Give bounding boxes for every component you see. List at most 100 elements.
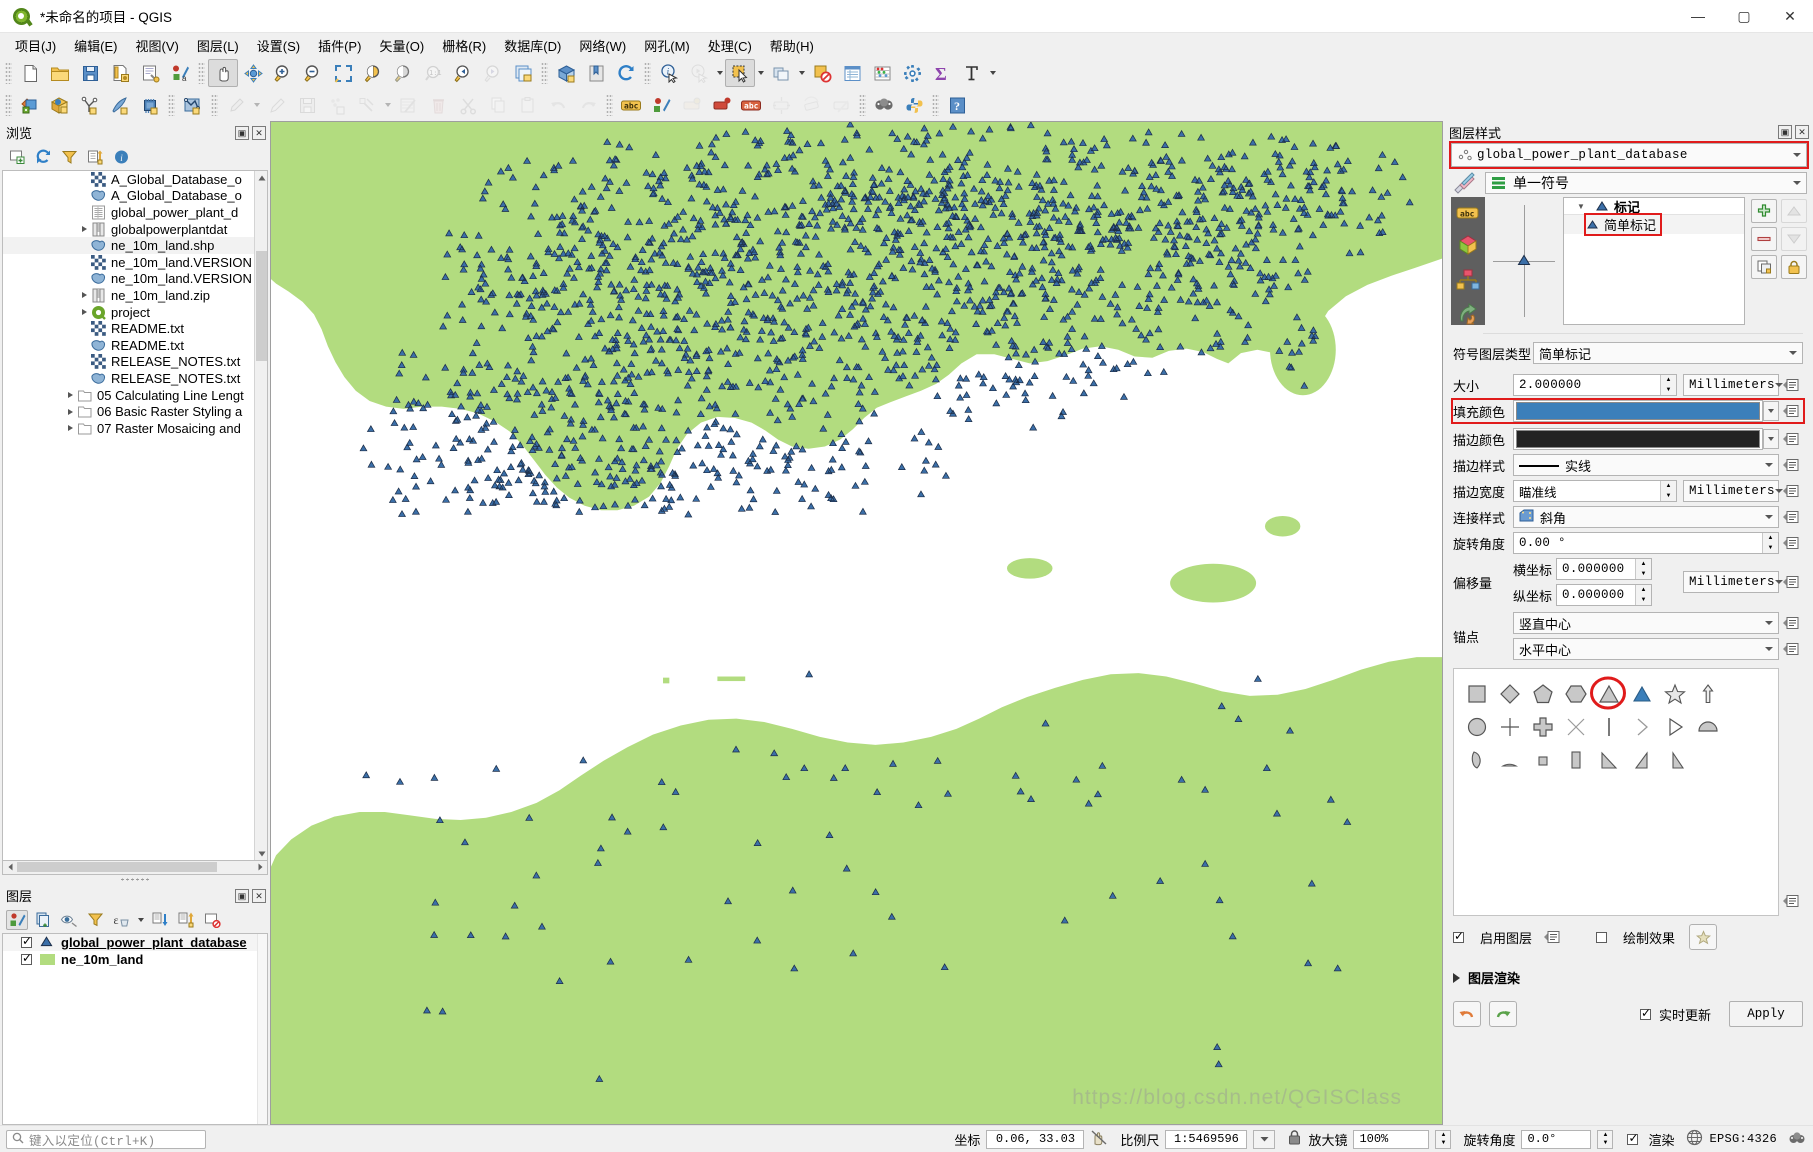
minimize-button[interactable]: — — [1675, 0, 1721, 33]
browser-item-15[interactable]: 07 Raster Mosaicing and — [3, 420, 267, 437]
redo-icon[interactable] — [1489, 1001, 1517, 1027]
browser-float-button[interactable]: ▣ — [235, 126, 249, 140]
manage-layer-visibility-icon[interactable] — [58, 910, 80, 930]
chevron-down-icon[interactable] — [1775, 580, 1783, 584]
lock-symbol-layer-button[interactable] — [1781, 255, 1807, 279]
duplicate-symbol-layer-button[interactable] — [1751, 255, 1777, 279]
move-label-icon[interactable] — [766, 91, 796, 119]
effects-star-icon[interactable] — [1689, 924, 1717, 950]
open-layer-styling-panel-icon[interactable] — [6, 910, 28, 930]
identify-features-icon[interactable]: i — [654, 59, 684, 87]
zoom-last-icon[interactable] — [448, 59, 478, 87]
browser-item-13[interactable]: 05 Calculating Line Lengt — [3, 387, 267, 404]
deselect-dropdown[interactable] — [796, 59, 807, 87]
browser-item-0[interactable]: A_Global_Database_o — [3, 171, 267, 188]
shape-equilateral-triangle[interactable] — [1625, 677, 1658, 710]
symbol-layer-tree[interactable]: ▼ 标记 简单标记 — [1563, 197, 1745, 325]
crs-value[interactable]: EPSG:4326 — [1709, 1132, 1777, 1146]
data-defined-override-icon[interactable] — [1540, 926, 1564, 948]
zoom-native-icon[interactable]: 1:1 — [418, 59, 448, 87]
shape-diamond[interactable] — [1493, 677, 1526, 710]
digitizing-grip-6[interactable] — [932, 94, 939, 116]
shape-line[interactable] — [1592, 710, 1625, 743]
zoom-full-icon[interactable] — [328, 59, 358, 87]
filter-browser-icon[interactable] — [58, 147, 80, 167]
statistical-summary-icon[interactable]: Σ — [927, 59, 957, 87]
collapse-all-icon[interactable] — [175, 910, 197, 930]
stroke-width-input[interactable]: 瞄准线 ▲▼ — [1513, 480, 1677, 502]
expand-arrow-icon[interactable] — [77, 309, 91, 315]
properties-icon[interactable]: i — [110, 147, 132, 167]
rotate-label-icon[interactable] — [796, 91, 826, 119]
menu-help[interactable]: 帮助(H) — [761, 33, 823, 58]
save-project-as-icon[interactable] — [105, 59, 135, 87]
data-defined-override-icon[interactable] — [1779, 612, 1803, 634]
current-edits-dropdown[interactable] — [251, 91, 262, 119]
layer-rendering-collapse[interactable]: 图层渲染 — [1453, 968, 1803, 987]
text-annotation-icon[interactable] — [957, 59, 987, 87]
shape-quarter-square[interactable] — [1526, 743, 1559, 776]
rotation-value[interactable]: 0.0° — [1521, 1130, 1591, 1149]
browser-vertical-scrollbar[interactable] — [254, 171, 267, 860]
magnifier-value[interactable]: 100% — [1353, 1130, 1429, 1149]
styling-close-button[interactable]: ✕ — [1795, 125, 1809, 139]
digitizing-grip-5[interactable] — [859, 94, 866, 116]
chevron-down-icon[interactable] — [1775, 489, 1783, 493]
style-manager-icon[interactable]: a — [165, 59, 195, 87]
symbol-tree-child-row[interactable]: 简单标记 — [1564, 215, 1744, 234]
toolbar-grip-4[interactable] — [644, 62, 651, 84]
shape-pentagon[interactable] — [1526, 677, 1559, 710]
highlight-pinned-labels-icon[interactable] — [676, 91, 706, 119]
current-edits-icon[interactable] — [221, 91, 251, 119]
rotation-stepper[interactable]: ▲▼ — [1762, 533, 1778, 553]
zoom-next-icon[interactable] — [478, 59, 508, 87]
3d-view-tab-icon[interactable] — [1455, 233, 1481, 257]
stroke-color-button[interactable] — [1513, 428, 1763, 450]
copy-features-icon[interactable] — [483, 91, 513, 119]
chevron-down-icon[interactable] — [1775, 383, 1783, 387]
new-print-layout-icon[interactable] — [135, 59, 165, 87]
undo-icon[interactable] — [543, 91, 573, 119]
size-stepper[interactable]: ▲▼ — [1660, 375, 1676, 395]
annotation-dropdown[interactable] — [987, 59, 998, 87]
messages-icon[interactable] — [1787, 1130, 1807, 1149]
offset-x-stepper[interactable]: ▲▼ — [1635, 559, 1651, 579]
show-hide-labels-icon[interactable]: abc — [736, 91, 766, 119]
menu-project[interactable]: 项目(J) — [6, 33, 65, 58]
shape-circle[interactable] — [1460, 710, 1493, 743]
remove-symbol-layer-button[interactable] — [1751, 227, 1777, 251]
toolbar-grip-2[interactable] — [198, 62, 205, 84]
vertex-tool-dropdown[interactable] — [382, 91, 393, 119]
menu-layer[interactable]: 图层(L) — [188, 33, 248, 58]
browser-item-7[interactable]: ne_10m_land.zip — [3, 287, 267, 304]
menu-web[interactable]: 网络(W) — [570, 33, 635, 58]
browser-close-button[interactable]: ✕ — [252, 126, 266, 140]
browser-item-12[interactable]: RELEASE_NOTES.txt — [3, 370, 267, 387]
layers-float-button[interactable]: ▣ — [235, 889, 249, 903]
add-group-icon[interactable] — [32, 910, 54, 930]
pan-to-selection-icon[interactable] — [238, 59, 268, 87]
help-contents-icon[interactable]: ? — [942, 91, 972, 119]
stroke-style-combo[interactable]: 实线 — [1513, 454, 1779, 476]
shape-arrowhead-filled[interactable] — [1658, 710, 1691, 743]
feature-action-dropdown[interactable] — [714, 59, 725, 87]
shape-half-circle[interactable] — [1691, 710, 1724, 743]
new-geopackage-layer-icon[interactable] — [45, 91, 75, 119]
expression-filter-icon[interactable]: ε — [110, 910, 132, 930]
coordinate-value[interactable]: 0.06, 33.03 — [986, 1130, 1084, 1149]
stroke-color-dropdown[interactable] — [1763, 429, 1779, 449]
new-virtual-layer-icon[interactable] — [105, 91, 135, 119]
expand-arrow-icon[interactable] — [77, 292, 91, 298]
shape-triangle[interactable] — [1592, 677, 1625, 710]
chevron-down-icon[interactable] — [1761, 463, 1776, 467]
chevron-down-icon[interactable] — [1789, 181, 1804, 185]
offset-unit-combo[interactable]: Millimeters — [1683, 571, 1779, 593]
paste-features-icon[interactable] — [513, 91, 543, 119]
browser-item-1[interactable]: A_Global_Database_o — [3, 188, 267, 205]
new-memory-layer-icon[interactable] — [135, 91, 165, 119]
menu-processing[interactable]: 处理(C) — [699, 33, 761, 58]
shape-left-half-triangle[interactable] — [1658, 743, 1691, 776]
rotation-input[interactable]: 0.00 ° ▲▼ — [1513, 532, 1779, 554]
data-defined-override-icon[interactable] — [1779, 454, 1803, 476]
layer-styling-icon[interactable] — [646, 91, 676, 119]
